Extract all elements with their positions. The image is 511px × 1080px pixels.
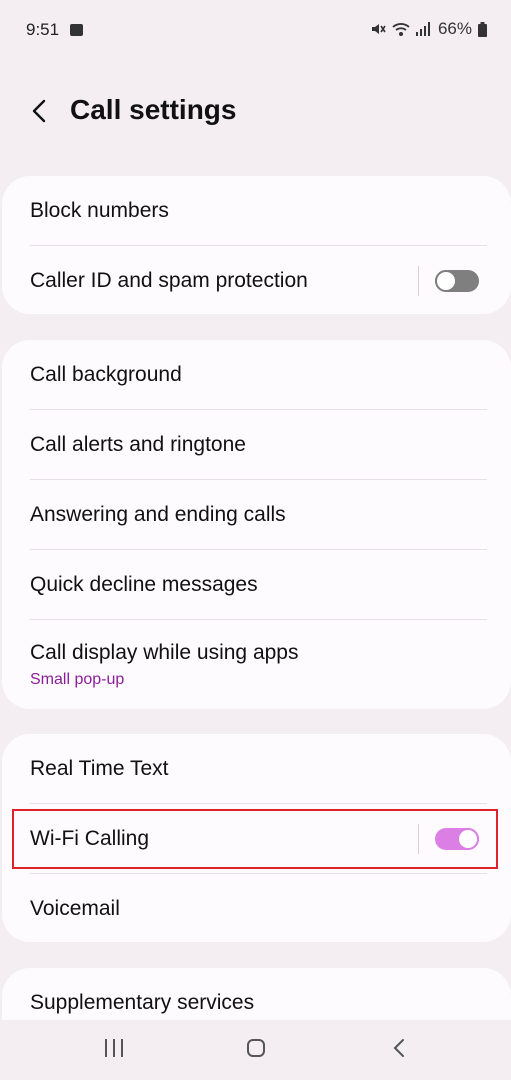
caller-id-switch-area (418, 265, 479, 296)
back-arrow-icon (32, 99, 46, 123)
navigation-bar (0, 1020, 511, 1080)
item-label: Supplementary services (30, 991, 255, 1014)
wifi-calling-toggle[interactable] (435, 827, 479, 850)
settings-group-4: Supplementary services (2, 968, 511, 1020)
status-icons: 66% (370, 19, 487, 39)
wifi-calling-switch-area (418, 823, 479, 854)
call-display-item[interactable]: Call display while using apps Small pop-… (30, 619, 487, 709)
recent-apps-icon (105, 1039, 123, 1057)
item-label: Voicemail (30, 896, 120, 920)
wifi-calling-item[interactable]: Wi-Fi Calling (30, 803, 487, 873)
supplementary-services-item[interactable]: Supplementary services (30, 968, 487, 1020)
recent-apps-button[interactable] (104, 1038, 124, 1063)
answering-ending-calls-item[interactable]: Answering and ending calls (30, 479, 487, 549)
signal-icon (415, 22, 430, 36)
divider (418, 265, 419, 296)
item-label: Answering and ending calls (30, 502, 286, 526)
call-alerts-ringtone-item[interactable]: Call alerts and ringtone (30, 409, 487, 479)
real-time-text-item[interactable]: Real Time Text (30, 734, 487, 803)
wifi-icon (392, 21, 410, 37)
back-nav-button[interactable] (392, 1038, 406, 1063)
block-numbers-item[interactable]: Block numbers (30, 176, 487, 245)
toggle-knob (435, 269, 457, 292)
home-icon (247, 1039, 265, 1057)
back-nav-icon (393, 1039, 404, 1057)
header: Call settings (0, 78, 511, 144)
back-button[interactable] (24, 94, 54, 128)
battery-percentage: 66% (437, 19, 472, 38)
settings-group-1: Block numbers Caller ID and spam protect… (2, 176, 511, 314)
status-bar: 9:51 66% (0, 0, 511, 60)
item-label: Call background (30, 362, 182, 386)
caller-id-toggle[interactable] (435, 269, 479, 292)
item-label: Quick decline messages (30, 572, 258, 596)
quick-decline-messages-item[interactable]: Quick decline messages (30, 549, 487, 619)
caller-id-spam-item[interactable]: Caller ID and spam protection (30, 245, 487, 314)
settings-group-3: Real Time Text Wi-Fi Calling Voicemail (2, 734, 511, 942)
status-time: 9:51 (26, 20, 60, 39)
divider (418, 823, 419, 854)
item-label: Real Time Text (30, 756, 169, 780)
settings-group-2: Call background Call alerts and ringtone… (2, 340, 511, 709)
call-background-item[interactable]: Call background (30, 340, 487, 409)
item-label: Wi-Fi Calling (30, 826, 150, 850)
page-title: Call settings (70, 94, 237, 125)
mute-icon (370, 21, 386, 37)
item-label: Caller ID and spam protection (30, 268, 308, 292)
home-button[interactable] (246, 1038, 266, 1063)
item-label: Call alerts and ringtone (30, 432, 246, 456)
gallery-notification-icon (70, 24, 83, 36)
item-label: Block numbers (30, 198, 169, 222)
item-sublabel: Small pop-up (30, 671, 125, 688)
voicemail-item[interactable]: Voicemail (30, 873, 487, 942)
battery-icon (478, 21, 487, 37)
item-label: Call display while using apps (30, 641, 299, 664)
toggle-knob (457, 827, 479, 850)
